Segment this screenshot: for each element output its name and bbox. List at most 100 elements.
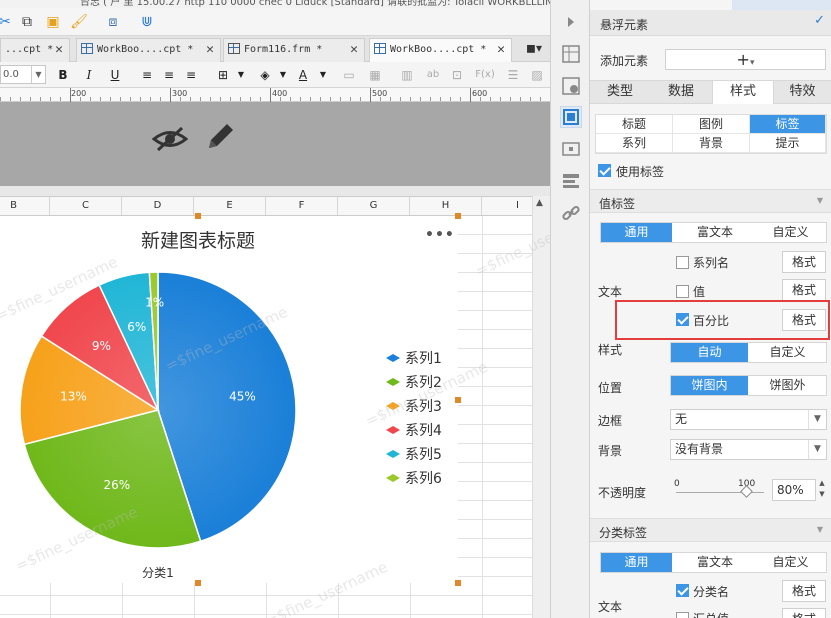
checkmark-icon[interactable]: ✓: [814, 13, 825, 28]
resize-handle[interactable]: [195, 213, 201, 219]
condition-attribute-icon[interactable]: [561, 171, 581, 191]
font-color-button[interactable]: A: [294, 66, 312, 84]
column-header[interactable]: F: [266, 197, 338, 215]
value-format-button[interactable]: 格式: [782, 279, 826, 301]
legend-label[interactable]: 系列3: [405, 399, 442, 415]
subtab-legend[interactable]: 图例: [673, 115, 750, 134]
use-label-checkbox[interactable]: [598, 164, 611, 177]
list-icon[interactable]: ☰: [504, 66, 522, 84]
chevron-down-icon[interactable]: ▼: [314, 66, 332, 84]
freeze-icon[interactable]: ▭: [340, 66, 358, 84]
format-painter-icon[interactable]: 🖌: [70, 13, 88, 31]
close-icon[interactable]: ✕: [350, 39, 358, 61]
mode-rich-text[interactable]: 富文本: [679, 553, 751, 572]
tab-data[interactable]: 数据: [650, 81, 712, 103]
spin-up-icon[interactable]: ▲: [816, 479, 828, 490]
document-tab[interactable]: ...cpt * ✕: [0, 38, 70, 62]
opacity-input[interactable]: 80%: [772, 479, 816, 501]
background-select[interactable]: 没有背景 ▼: [670, 439, 827, 460]
resize-handle[interactable]: [455, 397, 461, 403]
summary-value-format-button[interactable]: 格式: [782, 608, 826, 618]
tab-list-icon[interactable]: ◼▾: [526, 41, 542, 55]
chart-container[interactable]: 新建图表标题 45% 26% 13% 9% 6% 1% 系列1 系列2 系列3 系列4 系列5 系列…: [0, 216, 458, 583]
copy-icon[interactable]: ⧉: [18, 13, 36, 31]
column-header[interactable]: H: [410, 197, 482, 215]
column-header[interactable]: B: [0, 197, 50, 215]
hyperlink-icon[interactable]: [561, 203, 581, 223]
collapse-arrow-icon[interactable]: [561, 12, 581, 32]
series-name-format-button[interactable]: 格式: [782, 251, 826, 273]
column-header[interactable]: E: [194, 197, 266, 215]
legend-label[interactable]: 系列5: [405, 447, 442, 463]
text-icon[interactable]: ab: [424, 66, 442, 84]
close-icon[interactable]: ✕: [206, 39, 214, 61]
align-right-icon[interactable]: ≡: [182, 66, 200, 84]
column-header[interactable]: D: [122, 197, 194, 215]
border-select[interactable]: 无 ▼: [670, 409, 827, 430]
column-header[interactable]: G: [338, 197, 410, 215]
category-name-checkbox[interactable]: [676, 584, 689, 597]
tab-type[interactable]: 类型: [590, 81, 650, 103]
chart-icon[interactable]: ▥: [398, 66, 416, 84]
position-inside[interactable]: 饼图内: [671, 376, 748, 395]
fx-icon[interactable]: F(x): [474, 66, 496, 84]
value-checkbox[interactable]: [676, 285, 689, 298]
subtab-title[interactable]: 标题: [596, 115, 673, 134]
category-label-section[interactable]: 分类标签 ▼: [590, 518, 831, 542]
scroll-up-icon[interactable]: ▲: [536, 198, 543, 208]
italic-button[interactable]: I: [80, 66, 98, 84]
vertical-scrollbar[interactable]: ▲: [532, 196, 550, 618]
image-icon[interactable]: ▨: [528, 66, 546, 84]
close-icon[interactable]: ✕: [497, 39, 505, 61]
resize-handle[interactable]: [455, 213, 461, 219]
cut-icon[interactable]: ✂: [0, 13, 14, 31]
spin-down-icon[interactable]: ▼: [816, 490, 828, 501]
fill-color-icon[interactable]: ◈: [256, 66, 274, 84]
mode-custom[interactable]: 自定义: [755, 223, 826, 242]
table-icon[interactable]: ▦: [366, 66, 384, 84]
position-outside[interactable]: 饼图外: [749, 376, 826, 395]
cell-attribute-icon[interactable]: [561, 76, 581, 96]
float-element-icon[interactable]: [560, 106, 582, 128]
underline-button[interactable]: U: [106, 66, 124, 84]
subtab-label[interactable]: 标签: [750, 115, 826, 134]
mode-rich-text[interactable]: 富文本: [679, 223, 751, 242]
legend-label[interactable]: 系列6: [405, 471, 442, 487]
cell-element-icon[interactable]: [561, 44, 581, 64]
chart-more-icon[interactable]: •••: [425, 227, 455, 243]
style-custom[interactable]: 自定义: [749, 343, 826, 362]
style-auto[interactable]: 自动: [671, 343, 748, 362]
document-tab[interactable]: WorkBoo....cpt * ✕: [76, 38, 221, 62]
legend-label[interactable]: 系列2: [405, 375, 442, 391]
formula-icon[interactable]: ⊡: [448, 66, 466, 84]
close-icon[interactable]: ✕: [55, 39, 63, 61]
document-tab-active[interactable]: WorkBoo....cpt * ✕: [369, 38, 512, 62]
summary-value-checkbox[interactable]: [676, 612, 689, 618]
subtab-background[interactable]: 背景: [673, 134, 750, 153]
tab-effects[interactable]: 特效: [774, 81, 831, 103]
mode-general[interactable]: 通用: [601, 223, 672, 242]
resize-handle[interactable]: [195, 580, 201, 586]
column-header[interactable]: C: [50, 197, 122, 215]
category-name-format-button[interactable]: 格式: [782, 580, 826, 602]
subtab-tooltip[interactable]: 提示: [750, 134, 826, 153]
edit-pencil-icon[interactable]: [203, 120, 237, 154]
align-left-icon[interactable]: ≡: [138, 66, 156, 84]
widget-icon[interactable]: [561, 139, 581, 159]
chevron-down-icon[interactable]: ▼: [232, 66, 250, 84]
bold-button[interactable]: B: [54, 66, 72, 84]
mode-custom[interactable]: 自定义: [755, 553, 826, 572]
resize-handle[interactable]: [455, 580, 461, 586]
tab-style[interactable]: 样式: [712, 81, 774, 104]
series-name-checkbox[interactable]: [676, 256, 689, 269]
subtab-series[interactable]: 系列: [596, 134, 673, 153]
mode-general[interactable]: 通用: [601, 553, 672, 572]
value-label-section[interactable]: 值标签 ▼: [590, 189, 831, 213]
pie-chart[interactable]: 新建图表标题 45%26%13%9%6%1% 系列1系列2系列3系列4系列5系列…: [0, 216, 458, 583]
add-element-button[interactable]: +▾: [665, 49, 826, 70]
hide-eye-icon[interactable]: [152, 126, 188, 152]
paste-icon[interactable]: ▣: [44, 13, 62, 31]
chevron-down-icon[interactable]: ▼: [274, 66, 292, 84]
font-size-select[interactable]: 0.0 ▼: [0, 65, 46, 84]
merge-icon[interactable]: ⋓: [138, 13, 156, 31]
